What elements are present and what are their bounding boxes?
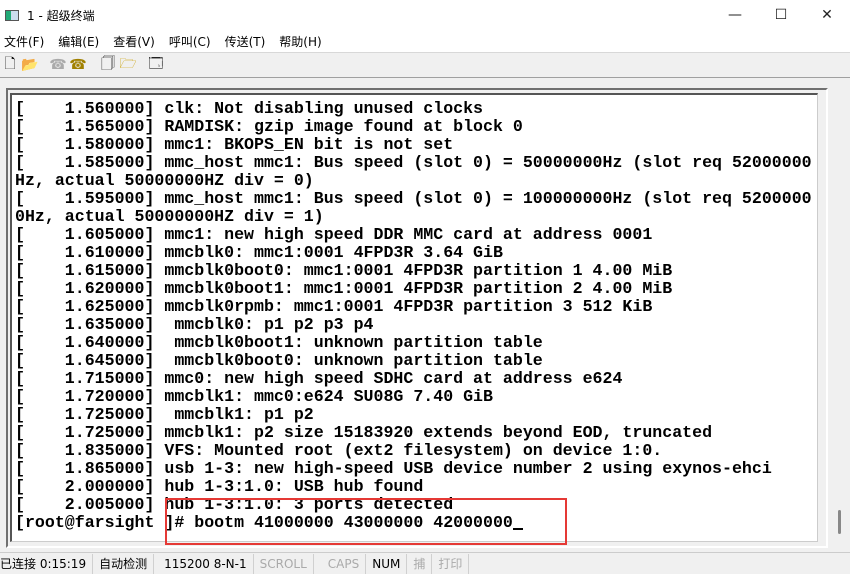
terminal-screen[interactable]: [ 1.560000] clk: Not disabling unused cl…	[10, 93, 818, 542]
terminal-line-text: Hz, actual 50000000HZ div = 0)	[15, 171, 314, 190]
terminal-line: [ 1.610000] mmcblk0: mmc1:0001 4FPD3R 3.…	[15, 244, 812, 262]
terminal-line-text: [ 1.715000] mmc0: new high speed SDHC ca…	[15, 369, 623, 388]
receive-file-icon[interactable]: 🗁	[118, 55, 138, 75]
disconnect-icon[interactable]: ☎	[48, 55, 68, 75]
maximize-button[interactable]: ☐	[758, 0, 804, 30]
terminal-line-text: [ 1.585000] mmc_host mmc1: Bus speed (sl…	[15, 153, 812, 172]
send-file-icon[interactable]: 🗍	[98, 55, 118, 75]
call-icon[interactable]: ☎	[68, 55, 88, 75]
scrollbar-thumb[interactable]	[838, 510, 841, 534]
terminal-line-text: [ 1.640000] mmcblk0boot1: unknown partit…	[15, 333, 543, 352]
terminal-line-text: [ 1.580000] mmc1: BKOPS_EN bit is not se…	[15, 135, 454, 154]
terminal-line: [ 1.865000] usb 1-3: new high-speed USB …	[15, 460, 812, 478]
app-icon	[5, 9, 19, 21]
terminal-line: [ 1.625000] mmcblk0rpmb: mmc1:0001 4FPD3…	[15, 298, 812, 316]
capture-indicator: 捕	[407, 553, 433, 574]
terminal-line: [ 1.580000] mmc1: BKOPS_EN bit is not se…	[15, 136, 812, 154]
terminal-line-text: [ 1.635000] mmcblk0: p1 p2 p3 p4	[15, 315, 374, 334]
port-settings: 115200 8-N-1	[154, 553, 254, 574]
terminal-line: [ 1.635000] mmcblk0: p1 p2 p3 p4	[15, 316, 812, 334]
menu-call[interactable]: 呼叫(C)	[165, 33, 217, 50]
num-indicator: NUM	[366, 553, 408, 574]
terminal-line: [ 1.565000] RAMDISK: gzip image found at…	[15, 118, 812, 136]
vertical-scrollbar[interactable]	[830, 88, 848, 548]
terminal-line-text: [ 1.560000] clk: Not disabling unused cl…	[15, 99, 484, 118]
terminal-line: [ 1.720000] mmcblk1: mmc0:e624 SU08G 7.4…	[15, 388, 812, 406]
terminal-line-text: [ 1.645000] mmcblk0boot0: unknown partit…	[15, 351, 543, 370]
properties-icon[interactable]: 🗔	[146, 55, 166, 75]
menu-edit[interactable]: 编辑(E)	[54, 33, 105, 50]
window-title: 1 - 超级终端	[27, 8, 95, 23]
terminal-line-text: [ 1.865000] usb 1-3: new high-speed USB …	[15, 459, 772, 478]
terminal-line: [ 1.585000] mmc_host mmc1: Bus speed (sl…	[15, 154, 812, 172]
terminal-line: [ 1.715000] mmc0: new high speed SDHC ca…	[15, 370, 812, 388]
menu-transfer[interactable]: 传送(T)	[221, 33, 272, 50]
menu-bar: 文件(F) 编辑(E) 查看(V) 呼叫(C) 传送(T) 帮助(H)	[0, 30, 850, 52]
terminal-line-text: [ 1.720000] mmcblk1: mmc0:e624 SU08G 7.4…	[15, 387, 493, 406]
terminal-output: [ 1.560000] clk: Not disabling unused cl…	[15, 100, 812, 532]
terminal-line-text: [ 1.595000] mmc_host mmc1: Bus speed (sl…	[15, 189, 812, 208]
minimize-button[interactable]: —	[712, 0, 758, 30]
scroll-indicator: SCROLL	[254, 553, 314, 574]
terminal-line-text: [ 1.620000] mmcblk0boot1: mmc1:0001 4FPD…	[15, 279, 673, 298]
terminal-line: 0Hz, actual 50000000HZ div = 1)	[15, 208, 812, 226]
terminal-line: Hz, actual 50000000HZ div = 0)	[15, 172, 812, 190]
menu-view[interactable]: 查看(V)	[109, 33, 161, 50]
new-icon[interactable]: 🗋	[0, 55, 20, 75]
terminal-line-text: [ 1.725000] mmcblk1: p2 size 15183920 ex…	[15, 423, 713, 442]
open-icon[interactable]: 📂	[20, 55, 40, 75]
menu-help[interactable]: 帮助(H)	[275, 33, 327, 50]
terminal-line-text: [ 1.605000] mmc1: new high speed DDR MMC…	[15, 225, 653, 244]
terminal-line-text: [ 1.615000] mmcblk0boot0: mmc1:0001 4FPD…	[15, 261, 673, 280]
terminal-line: [ 1.595000] mmc_host mmc1: Bus speed (sl…	[15, 190, 812, 208]
detect-status: 自动检测	[93, 553, 155, 574]
print-indicator: 打印	[432, 553, 470, 574]
terminal-line: [ 1.835000] VFS: Mounted root (ext2 file…	[15, 442, 812, 460]
terminal-line-text: [ 1.725000] mmcblk1: p1 p2	[15, 405, 314, 424]
caps-indicator: CAPS	[314, 553, 367, 574]
connection-status: 已连接 0:15:19	[0, 553, 94, 574]
terminal-line: [ 1.725000] mmcblk1: p1 p2	[15, 406, 812, 424]
highlight-box	[165, 498, 567, 545]
terminal-line: [ 2.000000] hub 1-3:1.0: USB hub found	[15, 478, 812, 496]
terminal-line-text: [ 1.610000] mmcblk0: mmc1:0001 4FPD3R 3.…	[15, 243, 503, 262]
terminal-line-text: 0Hz, actual 50000000HZ div = 1)	[15, 207, 324, 226]
terminal-line: [ 1.615000] mmcblk0boot0: mmc1:0001 4FPD…	[15, 262, 812, 280]
terminal-line-text: [ 1.835000] VFS: Mounted root (ext2 file…	[15, 441, 663, 460]
title-bar: 1 - 超级终端 — ☐ ✕	[0, 0, 850, 30]
terminal-line: [ 1.605000] mmc1: new high speed DDR MMC…	[15, 226, 812, 244]
close-button[interactable]: ✕	[804, 0, 850, 30]
terminal-line: [ 1.645000] mmcblk0boot0: unknown partit…	[15, 352, 812, 370]
terminal-line: [ 1.640000] mmcblk0boot1: unknown partit…	[15, 334, 812, 352]
toolbar: 🗋 📂 ☎ ☎ 🗍 🗁 🗔	[0, 52, 850, 78]
terminal-line: [ 1.560000] clk: Not disabling unused cl…	[15, 100, 812, 118]
terminal-line-text: [ 1.565000] RAMDISK: gzip image found at…	[15, 117, 523, 136]
terminal-line: [ 1.725000] mmcblk1: p2 size 15183920 ex…	[15, 424, 812, 442]
terminal-line: [ 1.620000] mmcblk0boot1: mmc1:0001 4FPD…	[15, 280, 812, 298]
terminal-line-text: [ 2.000000] hub 1-3:1.0: USB hub found	[15, 477, 424, 496]
terminal-line-text: [ 1.625000] mmcblk0rpmb: mmc1:0001 4FPD3…	[15, 297, 653, 316]
menu-file[interactable]: 文件(F)	[0, 33, 50, 50]
status-bar: 已连接 0:15:19 自动检测 115200 8-N-1 SCROLL CAP…	[0, 552, 850, 574]
